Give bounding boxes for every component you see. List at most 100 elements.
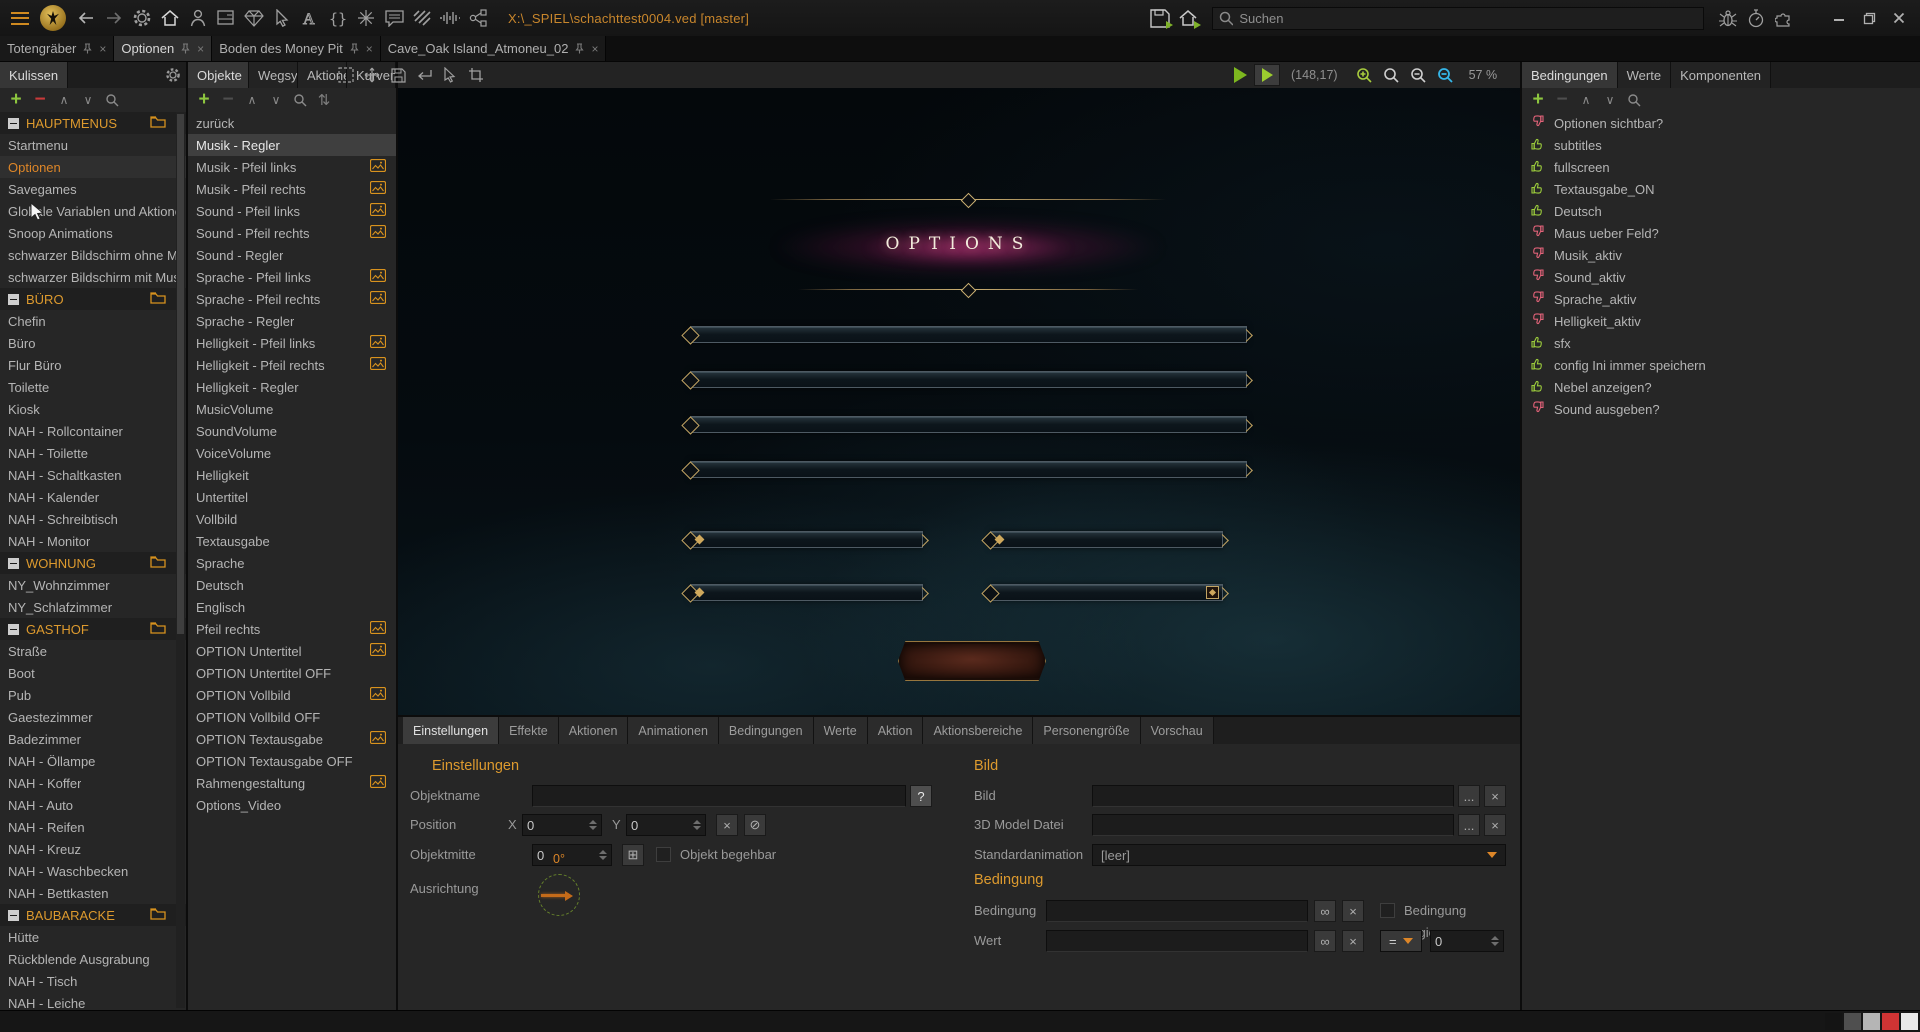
objektname-input[interactable] xyxy=(532,785,906,807)
pin-icon[interactable] xyxy=(181,43,190,54)
scene-list-item[interactable]: NAH - Leiche xyxy=(0,992,186,1010)
object-list-item[interactable]: Textausgabe xyxy=(188,530,396,552)
condition-item[interactable]: Sound_aktiv xyxy=(1522,266,1920,288)
option-bar-vollbild[interactable] xyxy=(990,531,1223,548)
object-list-item[interactable]: Options_Video xyxy=(188,794,396,816)
scene-list-item[interactable]: Snoop Animations xyxy=(0,222,186,244)
properties-tab[interactable]: Aktionsbereiche xyxy=(923,717,1033,744)
object-list-item[interactable]: Musik - Regler xyxy=(188,134,396,156)
items-diamond-icon[interactable] xyxy=(240,4,268,32)
scene-list-item[interactable]: NY_Schlafzimmer xyxy=(0,596,186,618)
scene-list-item[interactable]: Chefin xyxy=(0,310,186,332)
close-tab-icon[interactable]: × xyxy=(99,42,106,56)
add-object-button[interactable]: + xyxy=(192,89,216,111)
object-list-item[interactable]: OPTION Vollbild OFF xyxy=(188,706,396,728)
scene-list-item[interactable]: BAUBARACKE xyxy=(0,904,186,926)
condition-item[interactable]: sfx xyxy=(1522,332,1920,354)
move-up-button[interactable]: ∧ xyxy=(1574,89,1598,111)
play-from-here-button[interactable] xyxy=(1254,64,1280,86)
collapse-icon[interactable] xyxy=(8,558,19,569)
scene-list-item[interactable]: Büro xyxy=(0,332,186,354)
search-list-icon[interactable] xyxy=(1622,89,1646,111)
properties-tab[interactable]: Werte xyxy=(814,717,868,744)
object-list-item[interactable]: OPTION Untertitel xyxy=(188,640,396,662)
remove-scene-button[interactable]: − xyxy=(28,89,52,111)
help-button[interactable]: ? xyxy=(910,785,932,807)
collapse-icon[interactable] xyxy=(8,910,19,921)
scene-list-item[interactable]: Boot xyxy=(0,662,186,684)
object-list-item[interactable]: VoiceVolume xyxy=(188,442,396,464)
forward-icon[interactable] xyxy=(100,4,128,32)
menu-icon[interactable] xyxy=(6,4,34,32)
scene-list-item[interactable]: NAH - Reifen xyxy=(0,816,186,838)
collapse-icon[interactable] xyxy=(8,294,19,305)
scene-list-item[interactable]: NAH - Kalender xyxy=(0,486,186,508)
object-list-item[interactable]: Englisch xyxy=(188,596,396,618)
slider-bar-musik[interactable] xyxy=(690,326,1247,343)
scene-list-item[interactable]: NAH - Waschbecken xyxy=(0,860,186,882)
minimize-button[interactable] xyxy=(1824,4,1854,32)
properties-tab[interactable]: Aktionen xyxy=(559,717,629,744)
remove-object-button[interactable]: − xyxy=(216,89,240,111)
condition-item[interactable]: Deutsch xyxy=(1522,200,1920,222)
scene-list-item[interactable]: Kiosk xyxy=(0,398,186,420)
close-button[interactable] xyxy=(1884,4,1914,32)
object-list-item[interactable]: SoundVolume xyxy=(188,420,396,442)
interface-window-icon[interactable] xyxy=(212,4,240,32)
object-list-item[interactable]: Untertitel xyxy=(188,486,396,508)
bild-input[interactable] xyxy=(1092,785,1454,807)
scene-list-item[interactable]: NAH - Schreibtisch xyxy=(0,508,186,530)
object-list-item[interactable]: OPTION Untertitel OFF xyxy=(188,662,396,684)
object-list-item[interactable]: Musik - Pfeil links xyxy=(188,156,396,178)
document-tab[interactable]: Boden des Money Pit × xyxy=(212,36,381,61)
bedingung-clear-button[interactable]: × xyxy=(1342,900,1364,922)
object-list-item[interactable]: OPTION Textausgabe xyxy=(188,728,396,750)
scene-list-item[interactable]: NAH - Bettkasten xyxy=(0,882,186,904)
node-graph-icon[interactable] xyxy=(464,4,492,32)
condition-item[interactable]: subtitles xyxy=(1522,134,1920,156)
pin-icon[interactable] xyxy=(83,43,92,54)
back-button-object[interactable] xyxy=(898,641,1046,681)
fonts-icon[interactable]: A xyxy=(296,4,324,32)
panel-gear-icon[interactable] xyxy=(160,62,186,88)
particles-snowflake-icon[interactable] xyxy=(352,4,380,32)
object-list-item[interactable]: OPTION Vollbild xyxy=(188,684,396,706)
cursor-icon[interactable] xyxy=(268,4,296,32)
collapse-icon[interactable] xyxy=(8,624,19,635)
scene-list-item[interactable]: HAUPTMENUS xyxy=(0,112,186,134)
scene-list-item[interactable]: NAH - Kreuz xyxy=(0,838,186,860)
dialog-chat-icon[interactable] xyxy=(380,4,408,32)
clear-position-button[interactable]: × xyxy=(716,814,738,836)
save-object-icon[interactable] xyxy=(388,65,408,85)
crop-icon[interactable] xyxy=(466,65,486,85)
pin-icon[interactable] xyxy=(575,43,584,54)
debug-bug-icon[interactable] xyxy=(1714,4,1742,32)
move-up-button[interactable]: ∧ xyxy=(240,89,264,111)
model-clear-button[interactable]: × xyxy=(1484,814,1506,836)
condition-item[interactable]: Optionen sichtbar? xyxy=(1522,112,1920,134)
scene-list-item[interactable]: NAH - Tisch xyxy=(0,970,186,992)
bild-clear-button[interactable]: × xyxy=(1484,785,1506,807)
object-list-item[interactable]: MusicVolume xyxy=(188,398,396,420)
scene-list-item[interactable]: schwarzer Bildschirm mit Mus xyxy=(0,266,186,288)
move-down-button[interactable]: ∨ xyxy=(1598,89,1622,111)
object-list-item[interactable]: Sound - Pfeil links xyxy=(188,200,396,222)
document-tab[interactable]: Optionen × xyxy=(114,36,212,61)
direction-compass-widget[interactable] xyxy=(538,874,580,916)
model-input[interactable] xyxy=(1092,814,1454,836)
object-list-item[interactable]: Deutsch xyxy=(188,574,396,596)
properties-tab[interactable]: Aktion xyxy=(868,717,924,744)
position-x-stepper[interactable]: 0 xyxy=(522,814,602,836)
audio-waveform-icon[interactable] xyxy=(436,4,464,32)
move-down-button[interactable]: ∨ xyxy=(76,89,100,111)
slider-bar-sprache[interactable] xyxy=(690,416,1247,433)
scene-list-item[interactable]: NAH - Monitor xyxy=(0,530,186,552)
condition-item[interactable]: Sprache_aktiv xyxy=(1522,288,1920,310)
home-icon[interactable] xyxy=(156,4,184,32)
right-panel-tab[interactable]: Bedingungen xyxy=(1522,62,1618,88)
objektmitte-stepper[interactable]: 0 xyxy=(532,844,612,866)
scene-list-item[interactable]: GASTHOF xyxy=(0,618,186,640)
pointer-icon[interactable] xyxy=(440,65,460,85)
zoom-fit-icon[interactable] xyxy=(1436,65,1456,85)
condition-item[interactable]: Musik_aktiv xyxy=(1522,244,1920,266)
